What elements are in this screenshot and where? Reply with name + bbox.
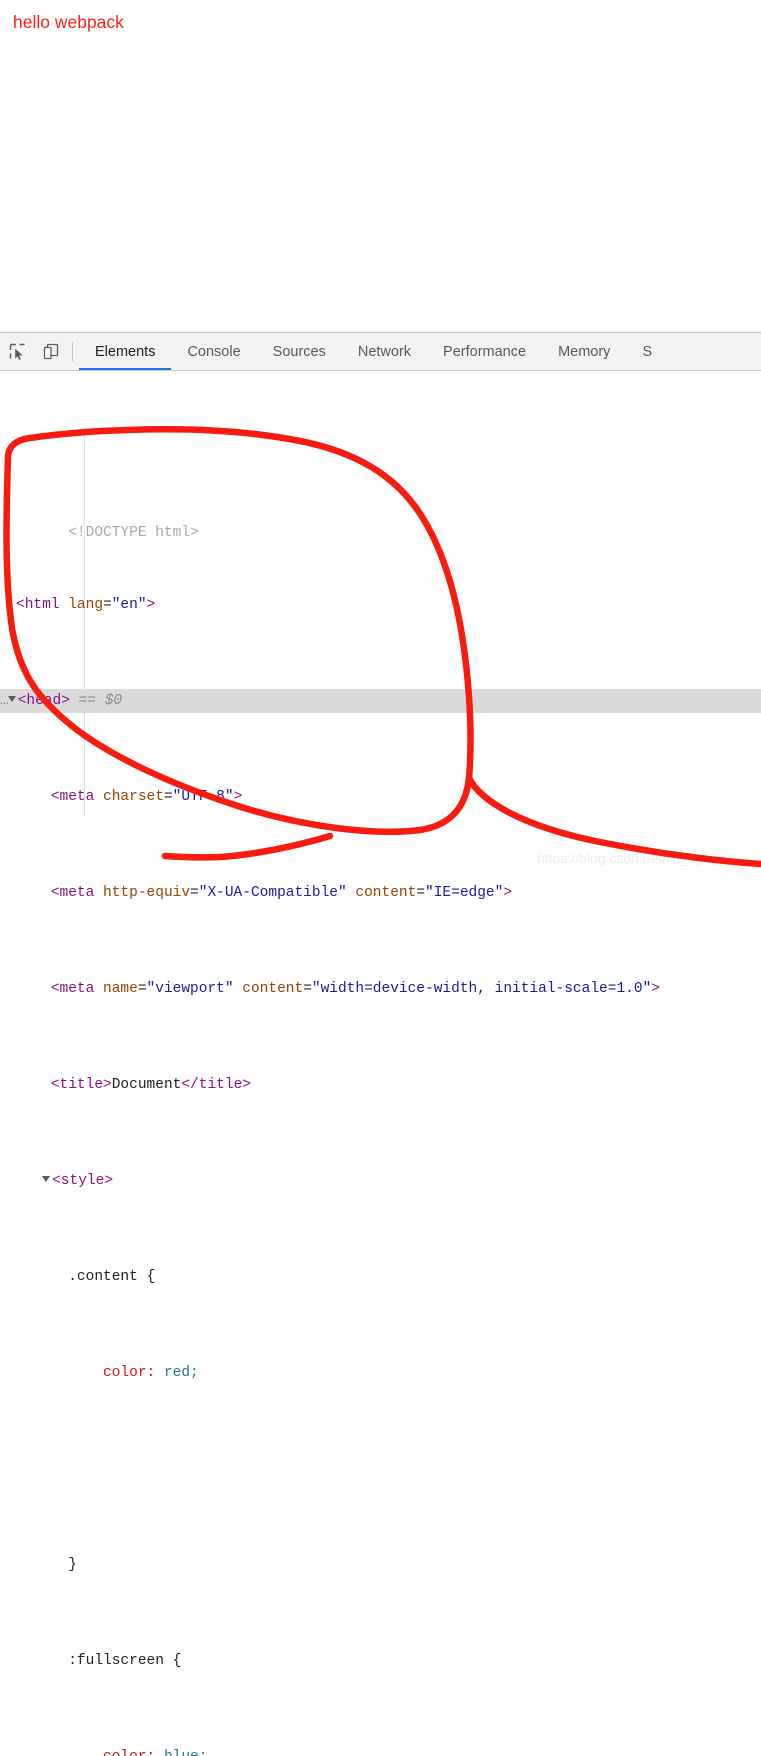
css-value-blue: blue;: [164, 1749, 208, 1756]
watermark-text: https://blog.csdn.net/lin_fightin: [537, 850, 726, 866]
html-lang-attr: lang: [68, 597, 104, 613]
title-text: Document: [111, 1077, 182, 1093]
dom-line-style-open[interactable]: <style>: [0, 1169, 761, 1193]
meta-compat-attr2: content: [355, 885, 417, 901]
tab-network-label: Network: [357, 343, 412, 360]
css-value-red: red;: [163, 1365, 199, 1381]
equals: =: [137, 981, 147, 997]
tab-sources-label: Sources: [272, 343, 326, 360]
browser-page-viewport: hello webpack: [0, 0, 761, 332]
equals: =: [103, 597, 112, 613]
dom-line-meta-charset[interactable]: <meta charset="UTF-8">: [0, 785, 761, 809]
selected-node-ref: == $0: [78, 693, 123, 709]
meta-viewport-open: <meta: [50, 981, 95, 997]
selected-row-ellipsis: …: [0, 693, 9, 709]
meta-charset-attr: charset: [103, 789, 164, 805]
devtools-panel: Elements Console Sources Network Perform…: [0, 332, 761, 1756]
tab-elements[interactable]: Elements: [79, 333, 172, 370]
head-tag: <head>: [17, 693, 70, 709]
equals: =: [416, 885, 426, 901]
tab-memory[interactable]: Memory: [542, 333, 626, 370]
dom-line-title[interactable]: <title>Document</title>: [0, 1073, 761, 1097]
devtools-toolbar: Elements Console Sources Network Perform…: [0, 333, 761, 371]
css-selector-content: .content {: [68, 1269, 156, 1285]
css-selector-fullscreen: :fullscreen {: [68, 1653, 182, 1669]
css-prop-color: color:: [103, 1749, 155, 1756]
tab-performance-label: Performance: [443, 343, 527, 360]
html-open-tag: <html: [16, 597, 60, 613]
page-content-heading: hello webpack: [13, 12, 124, 32]
tab-console-label: Console: [187, 343, 241, 360]
dom-line-doctype[interactable]: <!DOCTYPE html>: [0, 497, 761, 541]
meta-charset-value: "UTF-8": [172, 789, 234, 805]
doctype-text: <!DOCTYPE html>: [68, 525, 199, 541]
dom-line-head-selected[interactable]: … <head> == $0: [0, 689, 761, 713]
meta-compat-open: <meta: [50, 885, 95, 901]
tab-performance[interactable]: Performance: [427, 333, 542, 370]
meta-viewport-value1: "viewport": [146, 981, 234, 997]
dom-line-css-close-brace-1[interactable]: }: [0, 1553, 761, 1577]
dom-line-meta-viewport[interactable]: <meta name="viewport" content="width=dev…: [0, 977, 761, 1001]
dom-line-html[interactable]: <html lang="en">: [0, 593, 761, 617]
style-open-tag: <style>: [52, 1173, 114, 1189]
toolbar-divider: [72, 342, 73, 361]
tab-console[interactable]: Console: [171, 333, 256, 370]
meta-charset-close: >: [233, 789, 243, 805]
tab-sources[interactable]: Sources: [257, 333, 342, 370]
equals: =: [163, 789, 173, 805]
dom-line-css-blank-1: [0, 1457, 761, 1481]
html-lang-value: "en": [111, 597, 147, 613]
meta-viewport-attr1: name: [103, 981, 138, 997]
meta-viewport-attr2: content: [242, 981, 304, 997]
css-prop-color: color:: [103, 1365, 156, 1381]
dom-line-css-color-blue[interactable]: color: blue;: [0, 1745, 761, 1756]
css-close-brace: }: [68, 1557, 77, 1573]
tab-network[interactable]: Network: [342, 333, 427, 370]
dom-line-css-fullscreen-selector[interactable]: :fullscreen {: [0, 1649, 761, 1673]
dom-line-meta-compat[interactable]: <meta http-equiv="X-UA-Compatible" conte…: [0, 881, 761, 905]
equals: =: [303, 981, 312, 997]
equals: =: [190, 885, 199, 901]
meta-viewport-close: >: [651, 981, 660, 997]
meta-viewport-value2: "width=device-width, initial-scale=1.0": [311, 981, 652, 997]
chevron-down-icon[interactable]: [7, 696, 16, 703]
dom-tree[interactable]: <!DOCTYPE html> <html lang="en"> … <head>…: [0, 371, 761, 1756]
meta-charset-open: <meta: [50, 789, 95, 805]
title-open-tag: <title>: [50, 1077, 112, 1093]
inspect-element-icon[interactable]: [0, 333, 34, 370]
html-close-bracket: >: [146, 597, 156, 613]
tab-elements-label: Elements: [95, 343, 156, 360]
tab-security-truncated[interactable]: S: [626, 333, 668, 370]
indent-guide-line: [84, 435, 85, 817]
device-toolbar-icon[interactable]: [34, 333, 68, 370]
dom-line-css-content-selector[interactable]: .content {: [0, 1265, 761, 1289]
meta-compat-attr1: http-equiv: [103, 885, 191, 901]
tab-security-label: S: [642, 343, 653, 360]
meta-compat-value2: "IE=edge": [425, 885, 504, 901]
title-close-tag: </title>: [181, 1077, 251, 1093]
tab-memory-label: Memory: [558, 343, 611, 360]
dom-line-css-color-red[interactable]: color: red;: [0, 1361, 761, 1385]
chevron-down-icon[interactable]: [42, 1176, 51, 1183]
meta-compat-value1: "X-UA-Compatible": [198, 885, 347, 901]
devtools-tabs: Elements Console Sources Network Perform…: [79, 333, 668, 370]
meta-compat-close: >: [503, 885, 513, 901]
